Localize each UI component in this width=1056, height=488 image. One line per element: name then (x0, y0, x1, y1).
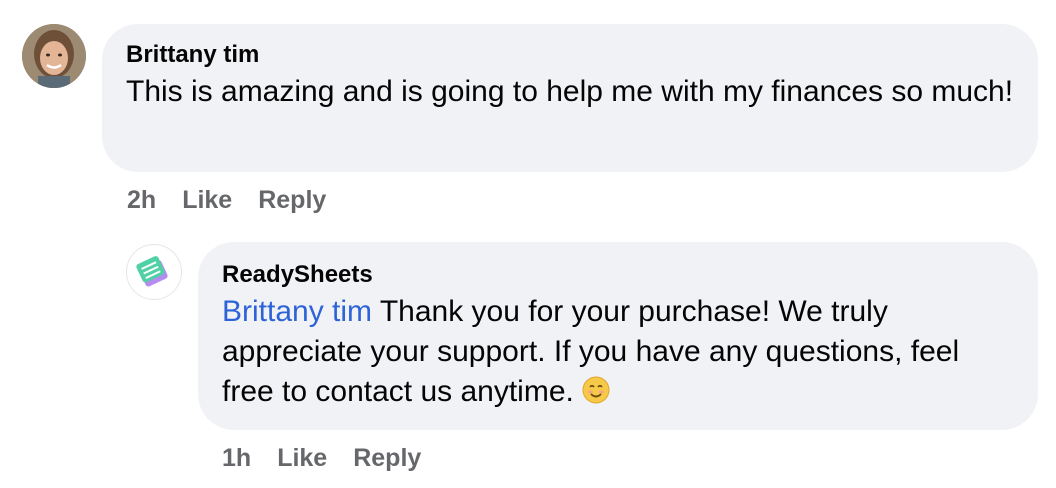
readysheets-logo-icon (136, 256, 168, 287)
like-button[interactable]: Like (277, 444, 327, 473)
reply-bubble: ReadySheets Brittany tim Thank you for y… (198, 242, 1038, 430)
comment-timestamp[interactable]: 2h (127, 186, 156, 215)
reply-timestamp[interactable]: 1h (222, 444, 251, 473)
smiling-face-icon (582, 375, 610, 415)
reply-button[interactable]: Reply (353, 444, 421, 473)
comment-actions: 2h Like Reply (127, 186, 326, 215)
comment-thread: Brittany tim This is amazing and is goin… (0, 0, 1056, 488)
reply-actions: 1h Like Reply (222, 444, 421, 473)
reply-text-block: Brittany tim Thank you for your purchase… (222, 292, 1014, 415)
comment-author[interactable]: Brittany tim (126, 40, 1014, 70)
page-avatar[interactable] (126, 244, 182, 300)
like-button[interactable]: Like (182, 186, 232, 215)
reply-button[interactable]: Reply (258, 186, 326, 215)
comment-bubble: Brittany tim This is amazing and is goin… (102, 24, 1038, 172)
reply-author[interactable]: ReadySheets (222, 260, 1014, 290)
user-photo-icon (22, 24, 86, 88)
avatar[interactable] (22, 24, 86, 88)
mention-link[interactable]: Brittany tim (222, 295, 372, 328)
comment-text: This is amazing and is going to help me … (126, 75, 1014, 108)
